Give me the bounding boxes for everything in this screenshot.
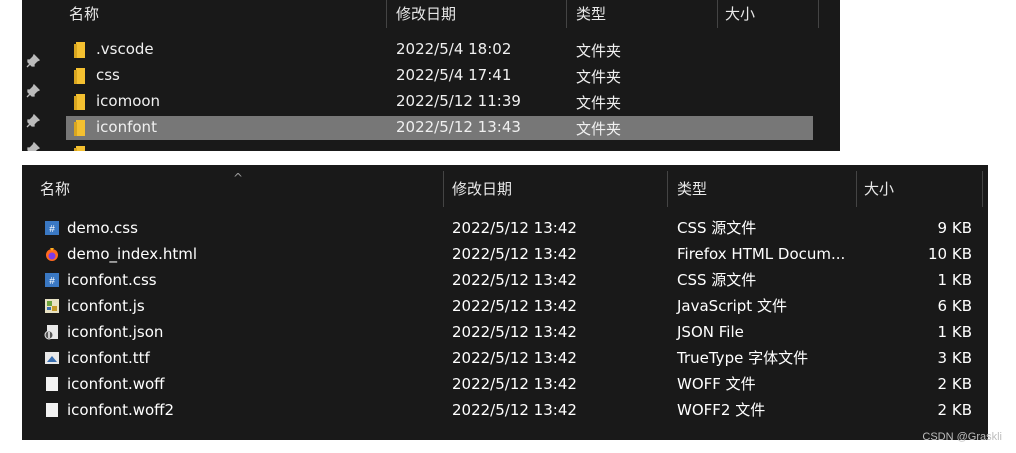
- svg-text:#: #: [49, 224, 55, 235]
- file-type: JSON File: [677, 323, 744, 341]
- watermark: CSDN @Graskli: [922, 431, 1002, 443]
- json-file-icon: [44, 324, 60, 340]
- column-header-type[interactable]: 类型: [576, 4, 606, 24]
- sort-ascending-icon: ^: [233, 171, 244, 185]
- column-header-size[interactable]: 大小: [864, 179, 894, 199]
- folder-icon: [74, 68, 88, 84]
- file-date: 2022/5/12 13:42: [452, 297, 577, 315]
- column-header-name[interactable]: 名称: [40, 179, 70, 199]
- column-separator[interactable]: [566, 0, 567, 28]
- file-type: JavaScript 文件: [677, 297, 787, 315]
- css-file-icon: #: [44, 272, 60, 288]
- file-name: iconfont.js: [67, 297, 145, 315]
- folder-date: 2022/5/12 13:43: [396, 118, 521, 136]
- file-type: CSS 源文件: [677, 219, 757, 237]
- file-size: 6 KB: [937, 297, 972, 315]
- file-type: CSS 源文件: [677, 271, 757, 289]
- file-row[interactable]: iconfont.woff2 2022/5/12 13:42 WOFF2 文件 …: [22, 397, 988, 423]
- file-size: 2 KB: [937, 401, 972, 419]
- folder-type: 文件夹: [576, 42, 622, 60]
- file-date: 2022/5/12 13:42: [452, 375, 577, 393]
- column-separator[interactable]: [667, 171, 668, 207]
- folder-icon: [74, 42, 88, 58]
- folder-name: .vscode: [96, 40, 154, 58]
- folder-icon: [74, 120, 88, 136]
- folder-type: 文件夹: [576, 94, 622, 112]
- file-date: 2022/5/12 13:42: [452, 245, 577, 263]
- file-date: 2022/5/12 13:42: [452, 323, 577, 341]
- file-date: 2022/5/12 13:42: [452, 219, 577, 237]
- js-file-icon: [44, 298, 60, 314]
- generic-file-icon: [44, 402, 60, 418]
- column-header-date[interactable]: 修改日期: [396, 4, 456, 24]
- folder-name: css: [96, 66, 120, 84]
- pin-icon[interactable]: [26, 142, 40, 151]
- file-date: 2022/5/12 13:42: [452, 271, 577, 289]
- top-file-list-panel: ^ 名称 修改日期 类型 大小 .vscode 2022/5/4 18:02 文…: [22, 0, 840, 151]
- file-name: iconfont.woff2: [67, 401, 175, 419]
- file-size: 1 KB: [937, 271, 972, 289]
- file-type: TrueType 字体文件: [677, 349, 809, 367]
- generic-file-icon: [44, 376, 60, 392]
- folder-name: icomoon: [96, 92, 161, 110]
- column-separator[interactable]: [443, 171, 444, 207]
- file-size: 9 KB: [937, 219, 972, 237]
- css-file-icon: #: [44, 220, 60, 236]
- column-header-date[interactable]: 修改日期: [452, 179, 512, 199]
- pin-icon[interactable]: [26, 84, 40, 98]
- file-name: iconfont.woff: [67, 375, 165, 393]
- file-type: WOFF 文件: [677, 375, 756, 393]
- file-row[interactable]: iconfont.ttf 2022/5/12 13:42 TrueType 字体…: [22, 345, 988, 371]
- file-date: 2022/5/12 13:42: [452, 349, 577, 367]
- column-header-type[interactable]: 类型: [677, 179, 707, 199]
- folder-date: 2022/5/4 18:02: [396, 40, 512, 58]
- file-row[interactable]: iconfont.json 2022/5/12 13:42 JSON File …: [22, 319, 988, 345]
- folder-type: 文件夹: [576, 68, 622, 86]
- pin-icon[interactable]: [26, 54, 40, 68]
- file-row[interactable]: demo_index.html 2022/5/12 13:42 Firefox …: [22, 241, 988, 267]
- folder-name: iconfont: [96, 118, 157, 136]
- file-size: 10 KB: [928, 245, 972, 263]
- folder-date: 2022/5/4 17:41: [396, 66, 512, 84]
- font-file-icon: [44, 350, 60, 366]
- file-size: 1 KB: [937, 323, 972, 341]
- bottom-file-list-panel: ^ 名称 修改日期 类型 大小 # demo.css 2022/5/12 13:…: [22, 165, 988, 440]
- pin-icon[interactable]: [26, 114, 40, 128]
- column-separator[interactable]: [386, 0, 387, 28]
- folder-icon: [74, 146, 88, 151]
- file-row[interactable]: # demo.css 2022/5/12 13:42 CSS 源文件 9 KB: [22, 215, 988, 241]
- column-separator[interactable]: [818, 0, 819, 28]
- column-header-size[interactable]: 大小: [725, 4, 755, 24]
- file-date: 2022/5/12 13:42: [452, 401, 577, 419]
- file-name: iconfont.json: [67, 323, 164, 341]
- column-header-name[interactable]: 名称: [69, 4, 99, 24]
- column-separator[interactable]: [982, 171, 983, 207]
- folder-date: 2022/5/12 11:39: [396, 92, 521, 110]
- svg-text:#: #: [49, 276, 55, 287]
- file-name: demo.css: [67, 219, 138, 237]
- folder-icon: [74, 94, 88, 110]
- file-row[interactable]: # iconfont.css 2022/5/12 13:42 CSS 源文件 1…: [22, 267, 988, 293]
- file-name: iconfont.css: [67, 271, 157, 289]
- file-name: iconfont.ttf: [67, 349, 150, 367]
- column-separator[interactable]: [856, 171, 857, 207]
- file-size: 2 KB: [937, 375, 972, 393]
- file-row[interactable]: iconfont.woff 2022/5/12 13:42 WOFF 文件 2 …: [22, 371, 988, 397]
- file-type: Firefox HTML Docum...: [677, 245, 846, 263]
- sort-ascending-icon: ^: [222, 0, 233, 8]
- file-type: WOFF2 文件: [677, 401, 766, 419]
- firefox-html-icon: [44, 246, 60, 262]
- file-row[interactable]: iconfont.js 2022/5/12 13:42 JavaScript 文…: [22, 293, 988, 319]
- file-name: demo_index.html: [67, 245, 198, 263]
- folder-type: 文件夹: [576, 120, 622, 138]
- column-separator[interactable]: [717, 0, 718, 28]
- file-size: 3 KB: [937, 349, 972, 367]
